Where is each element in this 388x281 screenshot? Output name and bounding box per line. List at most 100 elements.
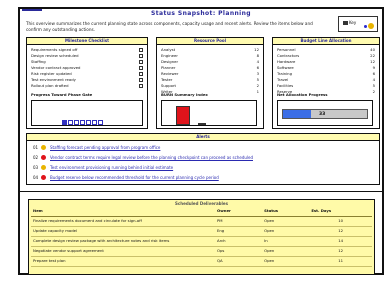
table-row[interactable]: Update capacity model Eng Open 12: [31, 226, 372, 237]
table-column-header[interactable]: Item: [31, 207, 215, 217]
progress-mark: [74, 120, 79, 125]
resource-panel: Resource Pool Analyst 12 Engineer 8 Designer…: [156, 37, 264, 129]
list-item-label: Rollout plan drafted: [31, 83, 69, 88]
alert-link[interactable]: Staffing forecast pending approval from …: [50, 145, 160, 150]
report-window: Status Snapshot: Planning This overview …: [18, 7, 384, 275]
milestone-sublabel: Progress Toward Phase Gate: [31, 92, 93, 97]
checkbox[interactable]: [139, 84, 143, 88]
list-item-label: Software: [277, 65, 294, 70]
table-cell: Open: [262, 256, 310, 267]
table-cell: Finalize requirements document and circu…: [31, 216, 215, 227]
table-body: Finalize requirements document and circu…: [31, 216, 372, 267]
list-item-label: Test environment ready: [31, 77, 76, 82]
list-item-label: Analyst: [161, 47, 176, 52]
alert-item[interactable]: 03 Test environment provisioning running …: [33, 164, 173, 172]
legend-yellow-dot: [368, 23, 374, 29]
alerts-panel: Alerts 01 Staffing forecast pending appro…: [26, 133, 380, 185]
table-column-header[interactable]: Est. Days: [309, 207, 372, 217]
table-cell: QA: [215, 256, 263, 267]
phase-gate-box: [31, 100, 143, 126]
table-cell: 10: [309, 216, 372, 227]
resource-sublabel: BURN Summary Index: [161, 92, 208, 97]
alert-item[interactable]: 01 Staffing forecast pending approval fro…: [33, 144, 160, 152]
alert-index: 02: [33, 155, 39, 160]
legend-swatch: [343, 21, 348, 25]
table-cell: Open: [262, 226, 310, 237]
checkbox[interactable]: [139, 48, 143, 52]
alert-item[interactable]: 04 Budget reserve below recommended thres…: [33, 174, 219, 182]
checkbox[interactable]: [139, 60, 143, 64]
table-row[interactable]: Finalize requirements document and circu…: [31, 216, 372, 227]
milestone-panel: Milestone Checklist Requirements signed …: [26, 37, 148, 129]
progress-mark: [98, 120, 103, 125]
table-cell: 12: [309, 246, 372, 257]
list-item-label: Reviewer: [161, 71, 179, 76]
table-row[interactable]: Prepare test plan QA Open 11: [31, 256, 372, 267]
alert-item[interactable]: 02 Vendor contract terms require legal re…: [33, 154, 253, 162]
milestone-panel-title: Milestone Checklist: [27, 38, 147, 45]
table-cell: Eng: [215, 226, 263, 237]
alert-severity-icon: [41, 175, 46, 180]
table-header-row: Item Owner Status Est. Days: [31, 207, 372, 217]
legend-label: Key: [349, 20, 357, 25]
progress-mark: [62, 120, 67, 125]
checkbox[interactable]: [139, 78, 143, 82]
phase-gate-marks: [62, 110, 104, 129]
intro-text: This overview summarizes the current pla…: [26, 21, 313, 32]
list-item-value: 2: [372, 89, 375, 94]
resource-panel-title: Resource Pool: [157, 38, 263, 45]
checkbox[interactable]: [139, 54, 143, 58]
alert-link[interactable]: Vendor contract terms require legal revi…: [50, 155, 253, 160]
list-item-label: Support: [161, 83, 177, 88]
alert-index: 03: [33, 165, 39, 170]
list-item-label: Engineer: [161, 53, 178, 58]
table-cell: Complete design review package with arch…: [31, 236, 215, 247]
alert-link[interactable]: Budget reserve below recommended thresho…: [50, 175, 219, 180]
alert-index: 04: [33, 175, 39, 180]
table-cell: Open: [262, 246, 310, 257]
alert-severity-icon: [41, 145, 46, 150]
table-cell: Ops: [215, 246, 263, 257]
table-cell: Negotiate vendor support agreement: [31, 246, 215, 257]
alert-link[interactable]: Test environment provisioning running be…: [50, 165, 173, 170]
progress-mark: [86, 120, 91, 125]
budget-sublabel: Net Allocation Progress: [277, 92, 328, 97]
budget-progress-bar: 33: [282, 109, 368, 119]
table-row[interactable]: Complete design review package with arch…: [31, 236, 372, 247]
list-item-value: 1: [256, 89, 259, 94]
legend-blue-dot: [364, 25, 367, 28]
list-item-label: Travel: [277, 77, 289, 82]
alert-index: 01: [33, 145, 39, 150]
list-item-label: Staffing: [31, 59, 46, 64]
legend: Key: [338, 16, 378, 32]
table-cell: PM: [215, 216, 263, 227]
list-item-label: Requirements signed off: [31, 47, 78, 52]
list-item-label: Risk register updated: [31, 71, 72, 76]
progress-mark: [68, 120, 73, 125]
list-item-label: Design review scheduled: [31, 53, 79, 58]
budget-panel-title: Budget Line Allocation: [273, 38, 379, 45]
list-item-label: Tester: [161, 77, 173, 82]
table-cell: 11: [309, 256, 372, 267]
page-title: Status Snapshot: Planning: [151, 10, 251, 17]
progress-mark: [92, 120, 97, 125]
checkbox[interactable]: [139, 72, 143, 76]
list-item-label: Contractors: [277, 53, 300, 58]
list-item-label: Planner: [161, 65, 176, 70]
progress-mark: [80, 120, 85, 125]
table-column-header[interactable]: Status: [262, 207, 310, 217]
table-title: Scheduled Deliverables: [175, 201, 228, 206]
burn-chart: [161, 100, 257, 126]
list-item-label: Personnel: [277, 47, 296, 52]
table-cell: In: [262, 236, 310, 247]
list-item: Rollout plan drafted: [31, 83, 143, 89]
list-item-label: Vendor contract approved: [31, 65, 81, 70]
table-cell: 14: [309, 236, 372, 247]
checkbox[interactable]: [139, 66, 143, 70]
deliverables-table: Scheduled Deliverables Item Owner Status Es…: [28, 199, 375, 275]
budget-progress-label: 33: [319, 112, 326, 117]
table-cell: Arch: [215, 236, 263, 247]
table-cell: Update capacity model: [31, 226, 215, 237]
table-row[interactable]: Negotiate vendor support agreement Ops Ope…: [31, 246, 372, 257]
table-column-header[interactable]: Owner: [215, 207, 263, 217]
